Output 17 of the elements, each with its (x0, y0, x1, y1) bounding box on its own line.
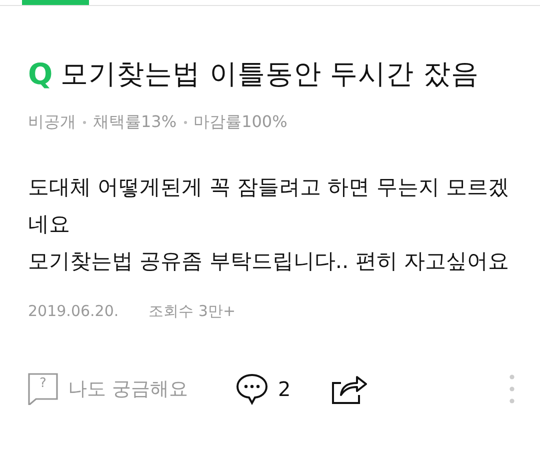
separator-dot-icon (83, 121, 86, 124)
separator-dot-icon (184, 121, 187, 124)
meta-text: 마감률100% (194, 112, 288, 133)
question-bubble-icon: ? (28, 373, 58, 405)
comments-button[interactable]: 2 (236, 373, 291, 405)
question-label: Q (28, 57, 53, 91)
speech-bubble-icon (236, 373, 268, 405)
share-icon (330, 373, 367, 405)
question-title: 모기찾는법 이틀동안 두시간 잤음 (60, 57, 479, 92)
question-text: 모기찾는법 공유좀 부탁드립니다.. 편히 자고싶어요 (28, 248, 510, 275)
view-count: 조회수 3만+ (148, 302, 236, 321)
question-text: 도대체 어떻게된게 꼭 잠들려고 하면 무는지 모르겠네요 (28, 174, 510, 238)
meta-text: 비공개 (28, 112, 76, 133)
post-date: 2019.06.20. (28, 302, 119, 321)
share-button[interactable] (330, 373, 367, 405)
tab-indicator (22, 0, 89, 5)
meta-text: 채택률13% (93, 112, 177, 133)
